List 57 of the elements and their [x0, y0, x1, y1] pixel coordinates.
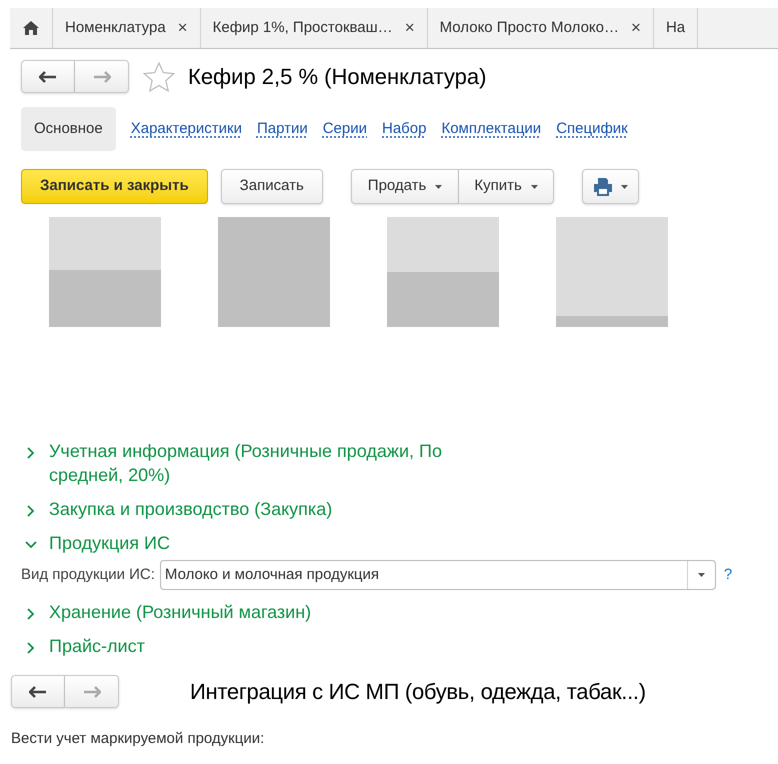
- arrow-left-icon: [39, 70, 57, 82]
- image-placeholder-icon: [387, 217, 499, 327]
- group-title: Учетная информация (Розничные продажи, По средней, 20%): [49, 440, 443, 487]
- group-header[interactable]: Продукция ИС: [24, 531, 778, 555]
- close-icon[interactable]: ×: [178, 15, 188, 41]
- form-tab[interactable]: Основное: [21, 107, 116, 151]
- form-tab[interactable]: Специфик: [556, 118, 628, 140]
- back-button[interactable]: [21, 60, 75, 93]
- group-title: Хранение (Розничный магазин): [49, 601, 312, 624]
- sell-button[interactable]: Продать: [350, 169, 460, 204]
- back-button[interactable]: [11, 675, 65, 708]
- arrow-left-icon: [29, 686, 47, 698]
- group-header[interactable]: Учетная информация (Розничные продажи, По средней, 20%): [24, 439, 778, 487]
- close-icon[interactable]: ×: [404, 15, 415, 41]
- form-tab[interactable]: Набор: [382, 118, 426, 140]
- open-tab[interactable]: На: [654, 8, 698, 48]
- caret-icon: [620, 184, 628, 188]
- section-title: Интеграция с ИС МП (обувь, одежда, табак...): [190, 678, 646, 706]
- group-header[interactable]: Прайс-лист: [24, 634, 778, 658]
- group-header[interactable]: Хранение (Розничный магазин): [24, 600, 778, 624]
- group-title: Прайс-лист: [49, 635, 145, 658]
- image-placeholder-icon: [556, 217, 668, 327]
- image-placeholder-icon: [49, 217, 161, 327]
- star-icon[interactable]: [143, 62, 175, 92]
- window-title: Кефир 2,5 % (Номенклатура): [188, 63, 486, 91]
- tab-label: Номенклатура: [65, 18, 166, 38]
- group-title: Продукция ИС: [49, 532, 170, 555]
- form-tab[interactable]: Комплектации: [441, 118, 542, 140]
- save-button[interactable]: Записать: [220, 169, 323, 204]
- form-tab[interactable]: Серии: [322, 118, 367, 140]
- home-icon: [23, 21, 39, 35]
- arrow-right-icon: [92, 70, 110, 82]
- buy-button[interactable]: Купить: [459, 169, 554, 204]
- product-type-select[interactable]: Молоко и молочная продукция: [160, 560, 716, 590]
- caret-icon: [698, 573, 705, 577]
- section-text: Вести учет маркируемой продукции:: [11, 729, 266, 749]
- form-tab[interactable]: Партии: [256, 118, 308, 140]
- caret-icon: [530, 184, 538, 188]
- print-button[interactable]: [582, 169, 639, 204]
- group-title: Закупка и производство (Закупка): [49, 498, 332, 521]
- printer-icon: [592, 178, 613, 196]
- save-and-close-button[interactable]: Записать и закрыть: [21, 169, 208, 204]
- group-header[interactable]: Закупка и производство (Закупка): [24, 497, 778, 521]
- form-tab[interactable]: Характеристики: [130, 118, 242, 140]
- open-tab[interactable]: Кефир 1%, Простокваш… ×: [200, 8, 428, 48]
- field-label: Вид продукции ИС:: [21, 564, 155, 585]
- close-icon[interactable]: ×: [631, 15, 641, 41]
- caret-icon: [435, 184, 442, 188]
- tab-label: Кефир 1%, Простокваш…: [212, 18, 393, 38]
- select-value: Молоко и молочная продукция: [164, 564, 380, 585]
- tab-label: На: [666, 18, 686, 38]
- help-link[interactable]: ?: [724, 564, 732, 586]
- tab-label: Молоко Просто Молоко…: [440, 18, 619, 38]
- open-tab[interactable]: Молоко Просто Молоко… ×: [428, 8, 654, 48]
- open-tab[interactable]: Номенклатура ×: [53, 8, 201, 48]
- arrow-right-icon: [82, 686, 100, 698]
- image-placeholder-icon: [218, 217, 330, 327]
